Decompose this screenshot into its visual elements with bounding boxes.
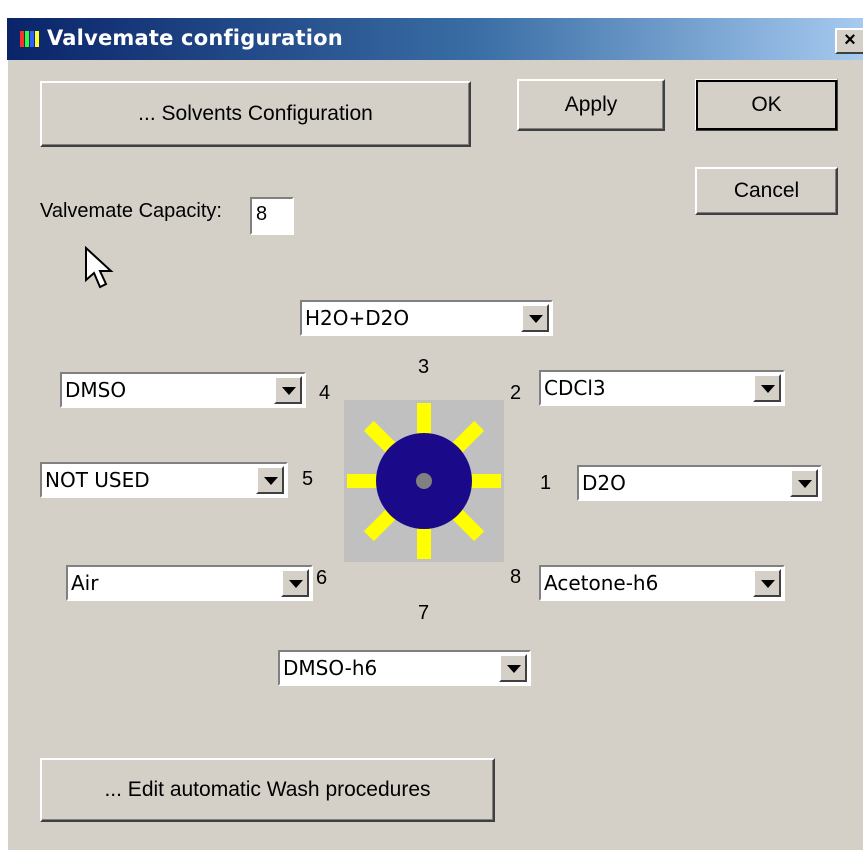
edit-wash-procedures-label: ... Edit automatic Wash procedures xyxy=(104,778,431,801)
chevron-down-icon[interactable] xyxy=(281,569,309,597)
edit-wash-procedures-button[interactable]: ... Edit automatic Wash procedures xyxy=(40,758,495,822)
port-2-solvent-value: CDCl3 xyxy=(544,376,606,400)
port-6-solvent-value: Air xyxy=(71,571,99,595)
port-2-number: 2 xyxy=(510,382,522,404)
cancel-button[interactable]: Cancel xyxy=(695,167,838,215)
port-1-solvent-value: D2O xyxy=(582,471,626,495)
valve-diagram xyxy=(344,400,504,562)
port-2-solvent-select[interactable]: CDCl3 xyxy=(539,370,785,406)
title-bar[interactable]: Valvemate configuration × xyxy=(7,18,863,60)
chevron-down-icon[interactable] xyxy=(753,374,781,402)
port-6-number: 6 xyxy=(316,567,328,589)
port-5-solvent-select[interactable]: NOT USED xyxy=(40,462,288,498)
chevron-down-icon[interactable] xyxy=(499,654,527,682)
port-3-solvent-select[interactable]: H2O+D2O xyxy=(300,300,553,336)
close-button[interactable]: × xyxy=(835,28,863,54)
chevron-down-icon[interactable] xyxy=(521,304,549,332)
ok-button[interactable]: OK xyxy=(695,79,838,131)
apply-label: Apply xyxy=(564,93,618,116)
port-7-number: 7 xyxy=(418,602,430,624)
port-3-solvent-value: H2O+D2O xyxy=(305,306,410,330)
ok-label: OK xyxy=(751,93,782,116)
port-5-number: 5 xyxy=(302,468,314,490)
chevron-down-icon[interactable] xyxy=(753,569,781,597)
solvents-configuration-button[interactable]: ... Solvents Configuration xyxy=(40,81,471,147)
cancel-label: Cancel xyxy=(733,179,800,202)
window-title: Valvemate configuration xyxy=(47,26,343,50)
port-7-solvent-value: DMSO-h6 xyxy=(283,656,378,680)
valve-hub xyxy=(416,473,432,489)
port-4-solvent-value: DMSO xyxy=(65,378,127,402)
valvemate-app-icon xyxy=(20,31,39,47)
port-8-solvent-value: Acetone-h6 xyxy=(544,571,659,595)
chevron-down-icon[interactable] xyxy=(256,466,284,494)
port-8-number: 8 xyxy=(510,566,522,588)
port-1-number: 1 xyxy=(540,472,552,494)
mouse-pointer-icon xyxy=(85,246,114,289)
port-7-solvent-select[interactable]: DMSO-h6 xyxy=(278,650,531,686)
chevron-down-icon[interactable] xyxy=(790,469,818,497)
chevron-down-icon[interactable] xyxy=(274,376,302,404)
port-5-solvent-value: NOT USED xyxy=(45,468,150,492)
port-1-solvent-select[interactable]: D2O xyxy=(577,465,822,501)
port-3-number: 3 xyxy=(418,356,430,378)
apply-button[interactable]: Apply xyxy=(517,79,665,131)
port-6-solvent-select[interactable]: Air xyxy=(66,565,313,601)
solvents-configuration-label: ... Solvents Configuration xyxy=(138,102,373,125)
port-4-solvent-select[interactable]: DMSO xyxy=(60,372,306,408)
capacity-input[interactable]: 8 xyxy=(250,197,294,235)
port-8-solvent-select[interactable]: Acetone-h6 xyxy=(539,565,785,601)
capacity-label: Valvemate Capacity: xyxy=(40,200,222,222)
port-4-number: 4 xyxy=(319,382,331,404)
